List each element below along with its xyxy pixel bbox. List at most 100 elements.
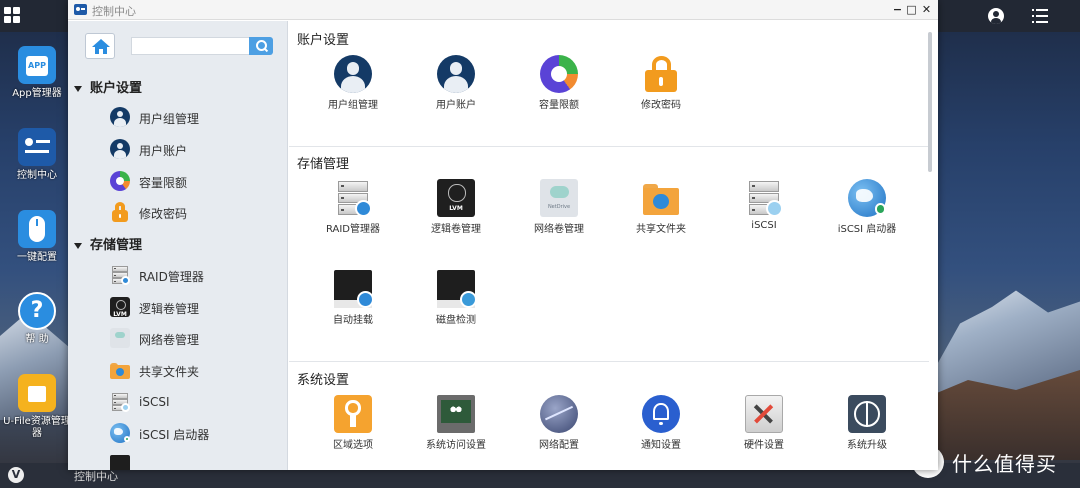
desktop-file-manager[interactable]: U-File资源管理器	[2, 374, 72, 440]
lvm-icon-text: LVM	[449, 204, 463, 212]
tile-upgrade[interactable]: 系统升级	[815, 395, 919, 451]
tile-auto-mount[interactable]: 自动挂载	[301, 270, 405, 326]
mouse-icon	[18, 210, 56, 248]
user-account-icon	[110, 139, 130, 159]
sidebar-item-user-group[interactable]: 用户组管理	[110, 106, 280, 130]
tile-quota[interactable]: 容量限额	[507, 55, 611, 111]
close-button[interactable]: ✕	[920, 3, 933, 16]
section-divider	[289, 361, 929, 362]
shared-folder-icon	[642, 179, 680, 217]
tile-label: 容量限额	[539, 100, 579, 111]
section-title-system: 系统设置	[297, 373, 350, 388]
app-store-icon: APP	[18, 46, 56, 84]
shared-folder-icon	[110, 360, 130, 380]
tile-hardware[interactable]: 硬件设置	[712, 395, 816, 451]
user-icon[interactable]	[988, 8, 1004, 24]
caret-down-icon	[74, 85, 82, 92]
tile-notification[interactable]: 通知设置	[609, 395, 713, 451]
iscsi-initiator-icon	[848, 179, 886, 217]
content-scrollbar[interactable]	[928, 32, 932, 172]
lock-icon	[642, 55, 680, 93]
sidebar-item-partial	[110, 454, 280, 470]
section-title-storage: 存储管理	[297, 157, 350, 172]
tile-label: 用户账户	[436, 100, 476, 111]
search-icon[interactable]	[249, 37, 273, 55]
hardware-icon	[745, 395, 783, 433]
quota-icon	[540, 55, 578, 93]
wallpaper-mountain	[920, 290, 1080, 395]
user-account-icon	[437, 55, 475, 93]
system-logo-icon[interactable]: V	[8, 467, 24, 483]
sidebar-item-label: iSCSI 启动器	[139, 428, 210, 442]
maximize-button[interactable]: □	[905, 3, 918, 16]
lvm-icon: LVM	[437, 179, 475, 217]
sidebar-item-label: 网络卷管理	[139, 333, 200, 347]
sidebar-item-label: 容量限额	[139, 176, 188, 190]
lvm-icon: LVM	[110, 297, 130, 318]
tile-iscsi-initiator[interactable]: iSCSI 启动器	[815, 179, 919, 235]
tile-user-group[interactable]: 用户组管理	[301, 55, 405, 111]
iscsi-icon	[110, 392, 130, 412]
tile-label: 系统升级	[847, 440, 887, 451]
iscsi-icon	[745, 179, 783, 217]
sidebar-group-storage[interactable]: 存储管理	[74, 234, 142, 254]
user-group-icon	[110, 107, 130, 127]
app-grid-icon[interactable]	[4, 7, 20, 23]
sidebar-item-iscsi[interactable]: iSCSI	[110, 391, 280, 415]
tile-system-access[interactable]: 系统访问设置	[404, 395, 508, 451]
sidebar-item-shared-folder[interactable]: 共享文件夹	[110, 359, 280, 383]
desktop-icon-label: U-File资源管理器	[3, 416, 71, 439]
desktop-icon-label: 帮 助	[25, 334, 49, 345]
help-icon: ?	[18, 292, 56, 330]
search-input[interactable]	[131, 37, 249, 55]
tile-iscsi[interactable]: iSCSI	[712, 179, 816, 231]
sidebar-item-label: 用户组管理	[139, 112, 200, 126]
tile-shared-folder[interactable]: 共享文件夹	[609, 179, 713, 235]
search-box	[131, 37, 273, 55]
caret-down-icon	[74, 242, 82, 249]
home-icon	[92, 39, 110, 54]
sidebar-item-lvm[interactable]: LVM 逻辑卷管理	[110, 296, 280, 320]
desktop-app-manager[interactable]: APP App管理器	[2, 46, 72, 100]
minimize-button[interactable]: −	[891, 3, 904, 16]
sidebar-item-raid[interactable]: RAID管理器	[110, 264, 280, 288]
menu-list-icon[interactable]	[1032, 9, 1048, 23]
sidebar-item-label: iSCSI	[139, 395, 170, 409]
network-icon	[540, 395, 578, 433]
user-group-icon	[334, 55, 372, 93]
sidebar-group-account[interactable]: 账户设置	[74, 77, 142, 97]
sidebar-item-password[interactable]: 修改密码	[110, 201, 280, 225]
tile-lvm[interactable]: LVM 逻辑卷管理	[404, 179, 508, 235]
netdrive-icon-text: NetDrive	[547, 204, 571, 211]
sidebar-item-iscsi-initiator[interactable]: iSCSI 启动器	[110, 422, 280, 446]
tile-label: 区域选项	[333, 440, 373, 451]
taskbar-item-control-center[interactable]: 控制中心	[74, 468, 118, 484]
window-titlebar[interactable]: 控制中心 − □ ✕	[68, 0, 938, 20]
desktop-help[interactable]: ? 帮 助	[2, 292, 72, 346]
tile-label: 自动挂载	[333, 315, 373, 326]
disk-check-icon	[437, 270, 477, 308]
tile-raid[interactable]: RAID管理器	[301, 179, 405, 235]
tile-label: iSCSI	[751, 220, 777, 231]
tile-region[interactable]: 区域选项	[301, 395, 405, 451]
home-button[interactable]	[85, 33, 115, 59]
tile-label: 通知设置	[641, 440, 681, 451]
control-center-app-icon	[74, 4, 87, 15]
watermark-text: 什么值得买	[952, 452, 1057, 476]
raid-icon	[334, 179, 372, 217]
desktop-one-click-setup[interactable]: 一键配置	[2, 210, 72, 264]
tile-label: 磁盘检测	[436, 315, 476, 326]
tile-network[interactable]: 网络配置	[507, 395, 611, 451]
tile-disk-check[interactable]: 磁盘检测	[404, 270, 508, 326]
tile-label: 网络配置	[539, 440, 579, 451]
sidebar-item-label: 用户账户	[139, 144, 188, 158]
sidebar-item-quota[interactable]: 容量限额	[110, 170, 280, 194]
tile-net-volume[interactable]: NetDrive 网络卷管理	[507, 179, 611, 235]
desktop-control-center[interactable]: 控制中心	[2, 128, 72, 182]
sidebar-item-user-account[interactable]: 用户账户	[110, 138, 280, 162]
disk-icon	[110, 455, 130, 470]
quota-icon	[110, 171, 130, 191]
tile-user-account[interactable]: 用户账户	[404, 55, 508, 111]
tile-change-password[interactable]: 修改密码	[609, 55, 713, 111]
sidebar-item-net-volume[interactable]: 网络卷管理	[110, 327, 280, 351]
